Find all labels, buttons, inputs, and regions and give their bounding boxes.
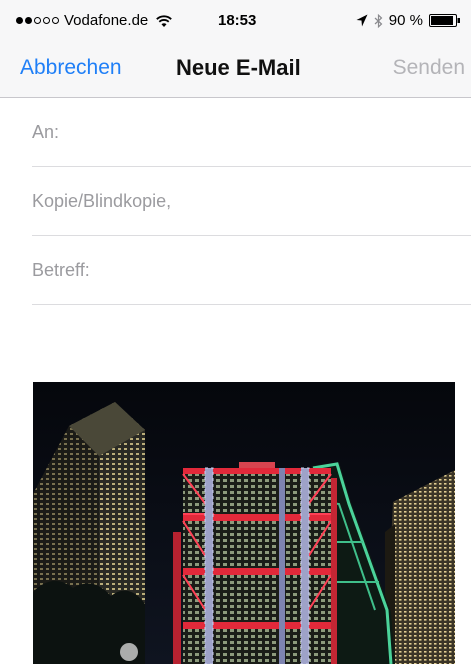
battery-percent: 90 % [388,12,423,29]
wifi-icon [156,14,173,27]
subject-field[interactable]: Betreff: [32,236,471,305]
status-time: 18:53 [218,12,257,29]
to-field[interactable]: An: [32,98,471,167]
status-bar: Vodafone.de 18:53 90 % [0,0,471,40]
location-arrow-icon [356,14,368,27]
cc-bcc-field[interactable]: Kopie/Blindkopie, [32,167,471,236]
status-right: 90 % [356,12,461,29]
page-title: Neue E-Mail [176,55,301,80]
message-body[interactable] [0,306,471,382]
signal-dot [34,17,41,24]
to-label: An: [32,121,60,142]
cancel-button[interactable]: Abbrechen [20,56,122,80]
cc-bcc-label: Kopie/Blindkopie, [32,190,172,211]
attached-photo[interactable] [33,382,455,664]
signal-dot [43,17,50,24]
carrier-name: Vodafone.de [64,12,149,29]
subject-label: Betreff: [32,259,90,280]
status-left: Vodafone.de [16,12,173,29]
to-input[interactable] [59,98,471,166]
signal-dot [25,17,32,24]
send-button[interactable]: Senden [393,56,465,80]
signal-dot [52,17,59,24]
battery-icon [429,14,460,27]
bluetooth-icon [374,13,383,28]
night-skyline-image [33,382,455,664]
signal-strength-icon [16,17,59,24]
navigation-bar: Abbrechen Neue E-Mail Senden [0,40,471,98]
subject-input[interactable] [89,236,471,304]
signal-dot [16,17,23,24]
cc-bcc-input[interactable] [171,167,471,235]
